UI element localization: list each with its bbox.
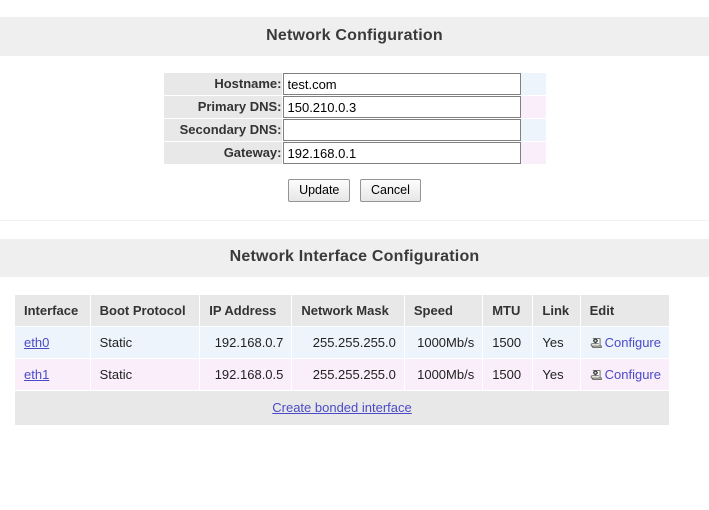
column-header-speed: Speed	[403, 294, 484, 327]
hostname-input[interactable]	[282, 73, 521, 95]
gateway-input[interactable]	[282, 142, 521, 164]
form-row-gateway: Gateway:	[162, 141, 547, 165]
form-row-secondary-dns: Secondary DNS:	[162, 118, 547, 142]
secondary-dns-field-cell	[281, 118, 547, 142]
network-interfaces-table: Interface Boot Protocol IP Address Netwo…	[14, 294, 671, 426]
cell-ip-address: 192.168.0.7	[199, 326, 293, 359]
table-row: eth1 Static 192.168.0.5 255.255.255.0 10…	[14, 358, 671, 391]
network-configuration-form: Hostname: Primary DNS: Secondary DNS:	[0, 72, 709, 165]
network-settings-table: Hostname: Primary DNS: Secondary DNS:	[162, 72, 547, 165]
cell-interface: eth0	[14, 326, 91, 359]
hostname-label: Hostname:	[162, 72, 283, 96]
cell-network-mask: 255.255.255.0	[291, 326, 405, 359]
cell-ip-address: 192.168.0.5	[199, 358, 293, 391]
cell-link: Yes	[532, 358, 581, 391]
cell-speed: 1000Mb/s	[403, 358, 484, 391]
gateway-field-cell	[281, 141, 547, 165]
primary-dns-label: Primary DNS:	[162, 95, 283, 119]
footer-cell: Create bonded interface	[14, 390, 670, 426]
cell-edit: Configure	[579, 358, 671, 391]
cancel-button[interactable]: Cancel	[360, 179, 421, 202]
column-header-link: Link	[532, 294, 581, 327]
form-row-primary-dns: Primary DNS:	[162, 95, 547, 119]
column-header-network-mask: Network Mask	[291, 294, 405, 327]
network-configuration-page: Network Configuration Hostname: Primary …	[0, 0, 709, 510]
network-interface-configuration-title: Network Interface Configuration	[0, 239, 709, 277]
cell-mtu: 1500	[482, 326, 534, 359]
form-row-hostname: Hostname:	[162, 72, 547, 96]
column-header-ip-address: IP Address	[199, 294, 293, 327]
primary-dns-field-cell	[281, 95, 547, 119]
cell-edit: Configure	[579, 326, 671, 359]
cell-speed: 1000Mb/s	[403, 326, 484, 359]
column-header-interface: Interface	[14, 294, 91, 327]
cell-mtu: 1500	[482, 358, 534, 391]
update-button[interactable]: Update	[288, 179, 351, 202]
configure-link-eth1[interactable]: Configure	[605, 367, 661, 382]
secondary-dns-label: Secondary DNS:	[162, 118, 283, 142]
configure-scroll-icon	[590, 336, 604, 350]
column-header-mtu: MTU	[482, 294, 534, 327]
primary-dns-input[interactable]	[282, 96, 521, 118]
table-row: eth0 Static 192.168.0.7 255.255.255.0 10…	[14, 326, 671, 359]
secondary-dns-input[interactable]	[282, 119, 521, 141]
hostname-field-cell	[281, 72, 547, 96]
cell-interface: eth1	[14, 358, 91, 391]
gateway-label: Gateway:	[162, 141, 283, 165]
table-header-row: Interface Boot Protocol IP Address Netwo…	[14, 294, 671, 327]
interfaces-table-wrapper: Interface Boot Protocol IP Address Netwo…	[0, 294, 709, 426]
configure-scroll-icon	[590, 368, 604, 382]
interface-link-eth0[interactable]: eth0	[24, 335, 49, 350]
column-header-boot-protocol: Boot Protocol	[89, 294, 201, 327]
cell-boot-protocol: Static	[89, 326, 201, 359]
interface-link-eth1[interactable]: eth1	[24, 367, 49, 382]
configure-link-eth0[interactable]: Configure	[605, 335, 661, 350]
cell-link: Yes	[532, 326, 581, 359]
create-bonded-interface-link[interactable]: Create bonded interface	[272, 400, 411, 415]
form-button-row: Update Cancel	[0, 179, 709, 202]
cell-network-mask: 255.255.255.0	[291, 358, 405, 391]
column-header-edit: Edit	[579, 294, 671, 327]
section-divider	[0, 220, 709, 221]
cell-boot-protocol: Static	[89, 358, 201, 391]
table-footer-row: Create bonded interface	[14, 390, 670, 426]
network-configuration-title: Network Configuration	[0, 17, 709, 56]
